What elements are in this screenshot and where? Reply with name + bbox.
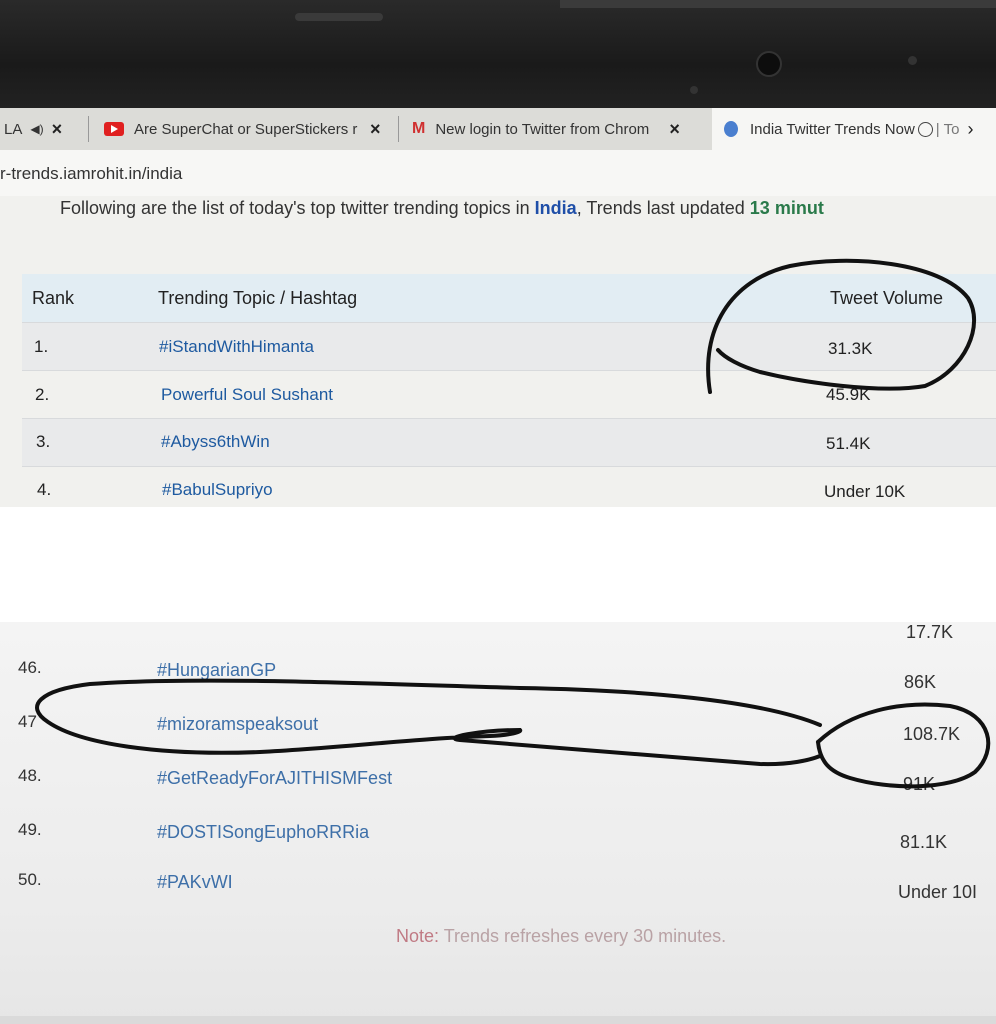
intro-text: Following are the list of today's top tw… bbox=[60, 198, 824, 219]
intro-prefix: Following are the list of today's top tw… bbox=[60, 198, 535, 218]
rank-cell: 46. bbox=[18, 658, 42, 677]
tab-label: India Twitter Trends Now bbox=[750, 120, 915, 138]
trends-page-top: Following are the list of today's top tw… bbox=[0, 196, 996, 507]
table-row: 48. #GetReadyForAJITHISMFest 91K bbox=[0, 766, 996, 818]
topic-link[interactable]: #Abyss6thWin bbox=[161, 432, 270, 452]
topic-link[interactable]: #GetReadyForAJITHISMFest bbox=[157, 768, 392, 789]
bezel-slot bbox=[295, 13, 383, 21]
table-header: Rank Trending Topic / Hashtag Tweet Volu… bbox=[22, 274, 996, 322]
topic-link-cut[interactable]: ▬▬▬▬▬▬▬▬▬▬ bbox=[157, 622, 337, 625]
note-label: Note: bbox=[396, 926, 440, 946]
note-text: Trends refreshes every 30 minutes. bbox=[439, 926, 727, 946]
header-topic: Trending Topic / Hashtag bbox=[158, 288, 358, 308]
browser-tab-bar: LA ◀) × Are SuperChat or SuperStickers r… bbox=[0, 108, 996, 150]
table-row: 46. #HungarianGP 86K bbox=[0, 658, 996, 710]
volume-cell: 51.4K bbox=[826, 434, 871, 453]
volume-cell: 45.9K bbox=[826, 385, 871, 404]
rank-cell: 4. bbox=[37, 480, 52, 499]
blank-gap bbox=[0, 507, 996, 622]
volume-cell: 81.1K bbox=[900, 832, 948, 852]
bezel-sensor bbox=[690, 86, 698, 94]
volume-cell: 91K bbox=[903, 774, 936, 794]
address-bar[interactable]: r-trends.iamrohit.in/india bbox=[0, 150, 996, 196]
table-row: 50. #PAKvWI Under 10I bbox=[0, 870, 996, 922]
tab-label: LA bbox=[4, 120, 23, 138]
volume-cell: 86K bbox=[904, 672, 937, 692]
table-row: 47 #mizoramspeaksout 108.7K bbox=[0, 712, 996, 764]
tab-gmail[interactable]: M New login to Twitter from Chrom × bbox=[412, 108, 702, 150]
webcam-icon bbox=[756, 51, 782, 77]
top-screenshot-photo: LA ◀) × Are SuperChat or SuperStickers r… bbox=[0, 0, 996, 507]
rank-cell: 3. bbox=[36, 432, 51, 451]
table-row: 2. Powerful Soul Sushant 45.9K bbox=[22, 370, 996, 419]
laptop-bezel bbox=[0, 0, 996, 108]
gmail-icon: M bbox=[412, 120, 426, 137]
rank-cell: 49. bbox=[18, 820, 42, 839]
tab-separator bbox=[88, 116, 89, 142]
rank-cell: 1. bbox=[34, 337, 49, 356]
topic-link[interactable]: #BabulSupriyo bbox=[162, 480, 273, 500]
table-row: 1. #iStandWithHimanta 31.3K bbox=[22, 322, 996, 371]
volume-cell: 108.7K bbox=[903, 724, 961, 744]
table-row: ▬▬▬▬▬▬▬▬▬▬ 17.7K bbox=[0, 622, 996, 656]
topic-link[interactable]: Powerful Soul Sushant bbox=[161, 385, 333, 405]
intro-mid: , Trends last updated bbox=[576, 198, 750, 218]
refresh-note: Note: Trends refreshes every 30 minutes. bbox=[396, 926, 726, 947]
globe-icon bbox=[724, 121, 738, 137]
topic-link[interactable]: #HungarianGP bbox=[157, 660, 276, 681]
table-row: 49. #DOSTISongEuphoRRRia 81.1K bbox=[0, 820, 996, 872]
speaker-icon: ◀) bbox=[30, 122, 44, 136]
topic-link[interactable]: #PAKvWI bbox=[157, 872, 233, 893]
header-rank: Rank bbox=[32, 288, 75, 308]
volume-cell: 17.7K bbox=[906, 622, 954, 642]
youtube-icon bbox=[104, 122, 124, 136]
tab-scroll-icon[interactable]: › bbox=[967, 119, 973, 140]
close-icon[interactable]: × bbox=[669, 119, 680, 140]
tab-label: New login to Twitter from Chrom bbox=[435, 120, 650, 138]
intro-updated: 13 minut bbox=[749, 198, 824, 218]
intro-country-link[interactable]: India bbox=[535, 198, 577, 218]
topic-link[interactable]: #mizoramspeaksout bbox=[157, 714, 318, 735]
close-icon[interactable]: × bbox=[52, 119, 63, 140]
tab-label-suffix: | To bbox=[935, 120, 960, 138]
rank-cell: 48. bbox=[18, 766, 42, 785]
address-url: r-trends.iamrohit.in/india bbox=[0, 164, 183, 183]
tab-separator bbox=[398, 116, 399, 142]
rank-cell: 50. bbox=[18, 870, 42, 889]
volume-cell: Under 10I bbox=[898, 882, 978, 902]
table-row: 3. #Abyss6thWin 51.4K bbox=[22, 418, 996, 467]
volume-cell: 31.3K bbox=[828, 339, 873, 358]
topic-link[interactable]: #iStandWithHimanta bbox=[159, 337, 314, 357]
topic-link[interactable]: #DOSTISongEuphoRRRia bbox=[157, 822, 369, 843]
bottom-screenshot-photo: ▬▬▬▬▬▬▬▬▬▬ 17.7K 46. #HungarianGP 86K 47… bbox=[0, 622, 996, 1024]
bottom-edge bbox=[0, 1016, 996, 1024]
rank-cell: 47 bbox=[18, 712, 37, 731]
tab-superchat[interactable]: Are SuperChat or SuperStickers r × bbox=[104, 108, 389, 150]
bezel-led bbox=[908, 56, 917, 65]
rank-cell: 2. bbox=[35, 385, 50, 404]
volume-cell: Under 10K bbox=[824, 482, 906, 501]
tab-india-trends[interactable]: India Twitter Trends Now | To › bbox=[712, 108, 996, 150]
bezel-edge bbox=[560, 0, 996, 8]
tab-la[interactable]: LA ◀) × bbox=[4, 108, 84, 150]
clock-icon bbox=[917, 121, 933, 137]
close-icon[interactable]: × bbox=[370, 119, 381, 140]
header-volume: Tweet Volume bbox=[830, 288, 944, 308]
tab-label: Are SuperChat or SuperStickers r bbox=[134, 120, 358, 138]
table-row: 4. #BabulSupriyo Under 10K bbox=[22, 466, 996, 507]
